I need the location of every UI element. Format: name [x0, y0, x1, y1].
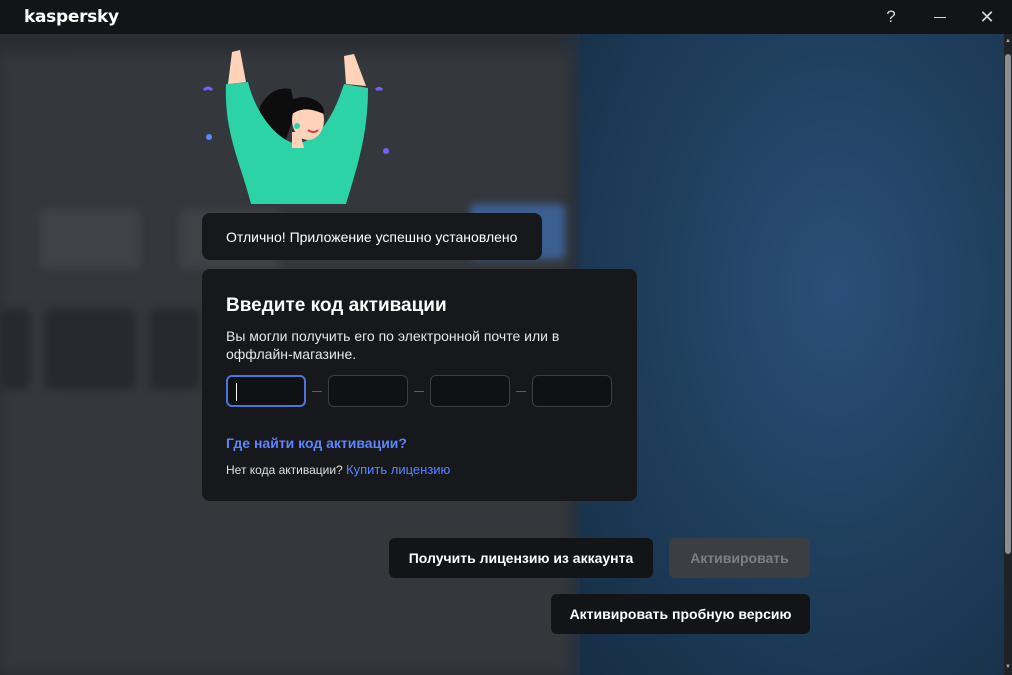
close-icon: ✕ — [979, 6, 995, 27]
confetti-icon — [383, 148, 389, 154]
earring-icon — [294, 123, 300, 129]
no-code-text: Нет кода активации? — [226, 463, 343, 477]
confetti-icon — [374, 87, 384, 92]
success-message-text: Отлично! Приложение успешно установлено — [226, 228, 518, 245]
right-hand-icon — [344, 54, 366, 86]
left-hand-icon — [228, 50, 246, 84]
text-caret — [236, 383, 237, 401]
buy-license-link[interactable]: Купить лицензию — [346, 462, 450, 477]
activation-description: Вы могли получить его по электронной поч… — [226, 328, 560, 362]
help-button[interactable]: ? — [868, 0, 914, 34]
code-field-1[interactable] — [226, 375, 306, 407]
code-field-2[interactable] — [328, 375, 408, 407]
minimize-icon — [934, 16, 946, 18]
help-icon: ? — [886, 7, 896, 26]
scroll-down-arrow-icon[interactable]: ▼ — [1004, 662, 1012, 672]
confetti-icon — [206, 134, 212, 140]
kaspersky-logo: kaspersky — [24, 7, 119, 27]
separator-dash — [306, 390, 328, 392]
code-field-3[interactable] — [430, 375, 510, 407]
scrollbar[interactable]: ▲ ▼ — [1004, 34, 1012, 675]
activation-card: Введите код активации Вы могли получить … — [202, 269, 637, 501]
code-field-4[interactable] — [532, 375, 612, 407]
confetti-icon — [202, 86, 214, 92]
find-code-link[interactable]: Где найти код активации? — [226, 435, 407, 451]
activation-title: Введите код активации — [226, 295, 447, 316]
scroll-up-arrow-icon[interactable]: ▲ — [1004, 36, 1012, 46]
activate-trial-button[interactable]: Активировать пробную версию — [551, 594, 810, 634]
separator-dash — [510, 390, 532, 392]
get-license-from-account-button[interactable]: Получить лицензию из аккаунта — [389, 538, 653, 578]
success-message: Отлично! Приложение успешно установлено — [202, 213, 542, 260]
activate-button[interactable]: Активировать — [669, 538, 810, 578]
celebration-illustration — [202, 50, 389, 204]
no-code-row: Нет кода активации? Купить лицензию — [226, 462, 450, 477]
activation-code-fields — [226, 375, 612, 407]
scroll-thumb[interactable] — [1005, 54, 1011, 554]
separator-dash — [408, 390, 430, 392]
close-button[interactable]: ✕ — [964, 0, 1010, 34]
title-bar: kaspersky ? ✕ — [0, 0, 1012, 34]
minimize-button[interactable] — [917, 0, 963, 34]
